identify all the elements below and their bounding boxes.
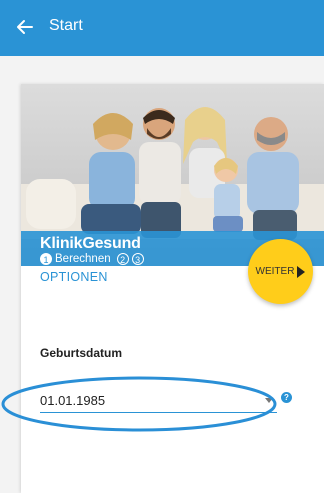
triangle-right-icon bbox=[297, 265, 306, 278]
help-circle-icon[interactable]: ? bbox=[281, 392, 292, 403]
weiter-label: WEITER bbox=[255, 266, 295, 277]
arrow-left-icon[interactable] bbox=[14, 16, 36, 38]
step-1-label: Berechnen bbox=[55, 253, 111, 265]
weiter-button[interactable]: WEITER bbox=[248, 239, 313, 304]
step-3-badge: 3 bbox=[131, 253, 144, 265]
app-bar: Start bbox=[0, 0, 324, 56]
brand-name: KlinikGesund bbox=[40, 235, 141, 252]
step-2-badge: 2 bbox=[116, 253, 129, 265]
step-1-badge: 1 bbox=[40, 253, 52, 265]
birthdate-label: Geburtsdatum bbox=[40, 346, 123, 360]
highlight-ellipse bbox=[1, 376, 277, 432]
step-indicator: 1 Berechnen 2 3 bbox=[40, 252, 144, 266]
section-title: OPTIONEN bbox=[40, 270, 108, 284]
page-title: Start bbox=[49, 17, 83, 34]
